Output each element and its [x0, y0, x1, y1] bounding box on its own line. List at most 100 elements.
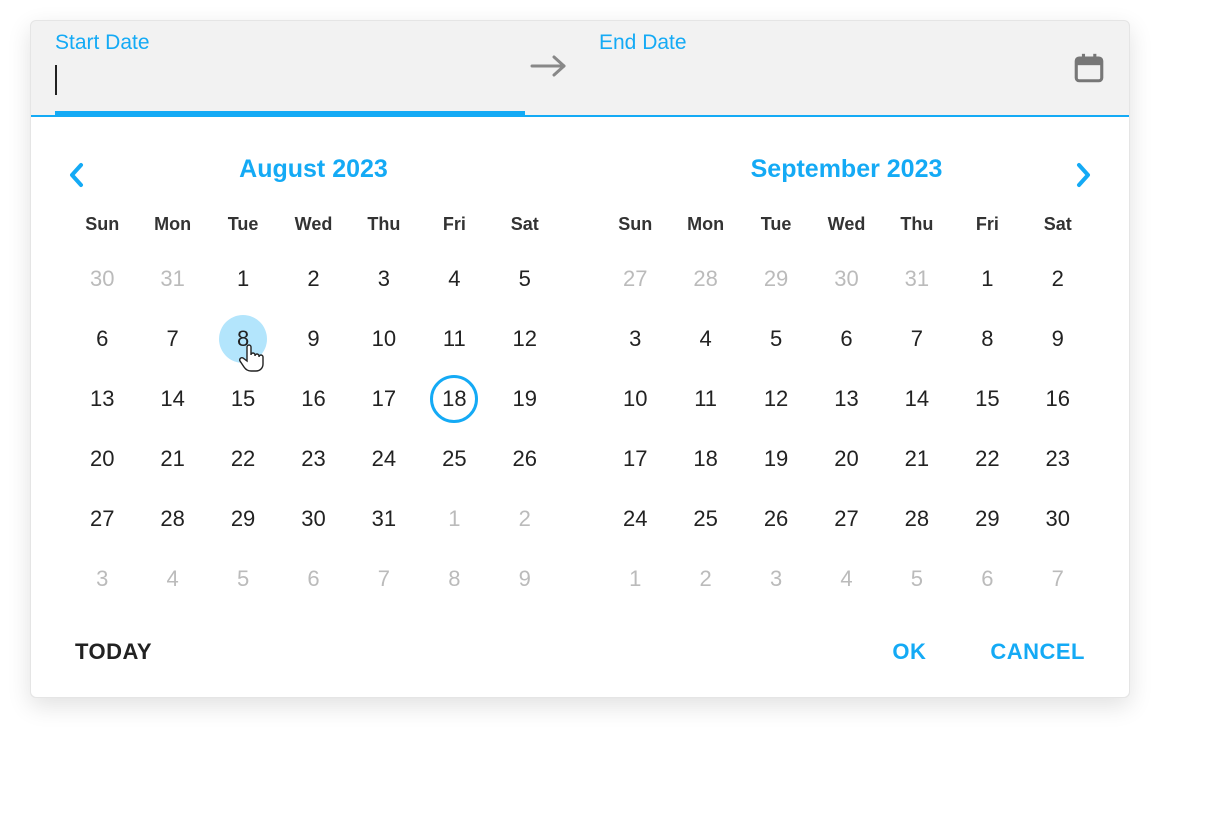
day-cell[interactable]: 24 — [600, 489, 670, 549]
day-cell[interactable]: 31 — [349, 489, 419, 549]
day-cell[interactable]: 4 — [811, 549, 881, 609]
day-cell[interactable]: 24 — [349, 429, 419, 489]
start-date-field[interactable]: Start Date — [31, 21, 525, 115]
day-cell[interactable]: 12 — [741, 369, 811, 429]
month-title[interactable]: August 2023 — [67, 135, 560, 214]
day-cell[interactable]: 27 — [811, 489, 881, 549]
day-cell[interactable]: 4 — [670, 309, 740, 369]
day-cell[interactable]: 23 — [278, 429, 348, 489]
day-cell[interactable]: 6 — [278, 549, 348, 609]
day-cell[interactable]: 20 — [811, 429, 881, 489]
day-cell[interactable]: 15 — [208, 369, 278, 429]
day-cell[interactable]: 6 — [67, 309, 137, 369]
day-cell[interactable]: 3 — [67, 549, 137, 609]
day-cell[interactable]: 1 — [208, 249, 278, 309]
day-cell[interactable]: 16 — [278, 369, 348, 429]
day-cell[interactable]: 17 — [600, 429, 670, 489]
day-cell[interactable]: 3 — [600, 309, 670, 369]
ok-button[interactable]: OK — [892, 639, 926, 665]
day-cell[interactable]: 30 — [1023, 489, 1093, 549]
month-right: September 2023 SunMonTueWedThuFriSat 272… — [600, 135, 1093, 609]
day-cell[interactable]: 26 — [741, 489, 811, 549]
day-cell[interactable]: 29 — [952, 489, 1022, 549]
day-cell[interactable]: 8 — [419, 549, 489, 609]
day-cell[interactable]: 22 — [952, 429, 1022, 489]
day-cell[interactable]: 13 — [67, 369, 137, 429]
day-cell[interactable]: 18 — [670, 429, 740, 489]
day-cell[interactable]: 19 — [741, 429, 811, 489]
prev-month-button[interactable] — [67, 161, 87, 194]
day-cell[interactable]: 15 — [952, 369, 1022, 429]
day-cell[interactable]: 21 — [137, 429, 207, 489]
day-cell[interactable]: 9 — [1023, 309, 1093, 369]
day-cell[interactable]: 1 — [600, 549, 670, 609]
day-cell[interactable]: 20 — [67, 429, 137, 489]
day-cell[interactable]: 1 — [419, 489, 489, 549]
day-cell[interactable]: 5 — [882, 549, 952, 609]
today-button[interactable]: TODAY — [75, 639, 152, 665]
day-cell[interactable]: 28 — [670, 249, 740, 309]
day-cell[interactable]: 3 — [741, 549, 811, 609]
day-cell[interactable]: 31 — [882, 249, 952, 309]
day-cell[interactable]: 9 — [490, 549, 560, 609]
end-date-field[interactable]: End Date — [575, 21, 1069, 115]
day-cell[interactable]: 13 — [811, 369, 881, 429]
day-cell[interactable]: 31 — [137, 249, 207, 309]
arrow-right-icon — [530, 54, 570, 78]
day-cell[interactable]: 19 — [490, 369, 560, 429]
day-cell[interactable]: 25 — [670, 489, 740, 549]
day-cell[interactable]: 16 — [1023, 369, 1093, 429]
day-cell[interactable]: 30 — [67, 249, 137, 309]
day-cell[interactable]: 26 — [490, 429, 560, 489]
day-cell[interactable]: 10 — [349, 309, 419, 369]
day-cell[interactable]: 29 — [208, 489, 278, 549]
month-title[interactable]: September 2023 — [600, 135, 1093, 214]
day-cell[interactable]: 11 — [670, 369, 740, 429]
day-cell[interactable]: 12 — [490, 309, 560, 369]
day-cell[interactable]: 21 — [882, 429, 952, 489]
day-cell[interactable]: 7 — [882, 309, 952, 369]
day-cell[interactable]: 22 — [208, 429, 278, 489]
day-cell[interactable]: 7 — [1023, 549, 1093, 609]
day-cell[interactable]: 11 — [419, 309, 489, 369]
day-cell[interactable]: 4 — [419, 249, 489, 309]
day-cell[interactable]: 2 — [278, 249, 348, 309]
weekday-label: Fri — [419, 214, 489, 249]
day-cell[interactable]: 8 — [208, 309, 278, 369]
day-cell[interactable]: 28 — [137, 489, 207, 549]
day-cell[interactable]: 30 — [811, 249, 881, 309]
calendar-toggle-button[interactable] — [1069, 48, 1109, 88]
day-cell[interactable]: 2 — [670, 549, 740, 609]
day-cell[interactable]: 6 — [952, 549, 1022, 609]
day-cell[interactable]: 10 — [600, 369, 670, 429]
day-cell[interactable]: 17 — [349, 369, 419, 429]
day-cell[interactable]: 14 — [882, 369, 952, 429]
day-cell[interactable]: 30 — [278, 489, 348, 549]
day-cell[interactable]: 5 — [741, 309, 811, 369]
cancel-button[interactable]: CANCEL — [990, 639, 1085, 665]
day-cell[interactable]: 7 — [137, 309, 207, 369]
day-cell[interactable]: 6 — [811, 309, 881, 369]
week-row: 24252627282930 — [600, 489, 1093, 549]
day-cell[interactable]: 3 — [349, 249, 419, 309]
day-cell[interactable]: 2 — [490, 489, 560, 549]
day-cell[interactable]: 8 — [952, 309, 1022, 369]
day-cell[interactable]: 1 — [952, 249, 1022, 309]
day-cell[interactable]: 23 — [1023, 429, 1093, 489]
day-cell[interactable]: 14 — [137, 369, 207, 429]
day-cell[interactable]: 27 — [600, 249, 670, 309]
day-cell[interactable]: 27 — [67, 489, 137, 549]
day-cell[interactable]: 2 — [1023, 249, 1093, 309]
day-cell[interactable]: 29 — [741, 249, 811, 309]
day-cell[interactable]: 5 — [490, 249, 560, 309]
day-cell[interactable]: 7 — [349, 549, 419, 609]
day-cell[interactable]: 18 — [419, 369, 489, 429]
day-cell[interactable]: 25 — [419, 429, 489, 489]
day-cell[interactable]: 5 — [208, 549, 278, 609]
day-cell[interactable]: 4 — [137, 549, 207, 609]
picker-footer: TODAY OK CANCEL — [67, 609, 1093, 671]
day-cell[interactable]: 28 — [882, 489, 952, 549]
next-month-button[interactable] — [1073, 161, 1093, 194]
week-row: 13141516171819 — [67, 369, 560, 429]
day-cell[interactable]: 9 — [278, 309, 348, 369]
